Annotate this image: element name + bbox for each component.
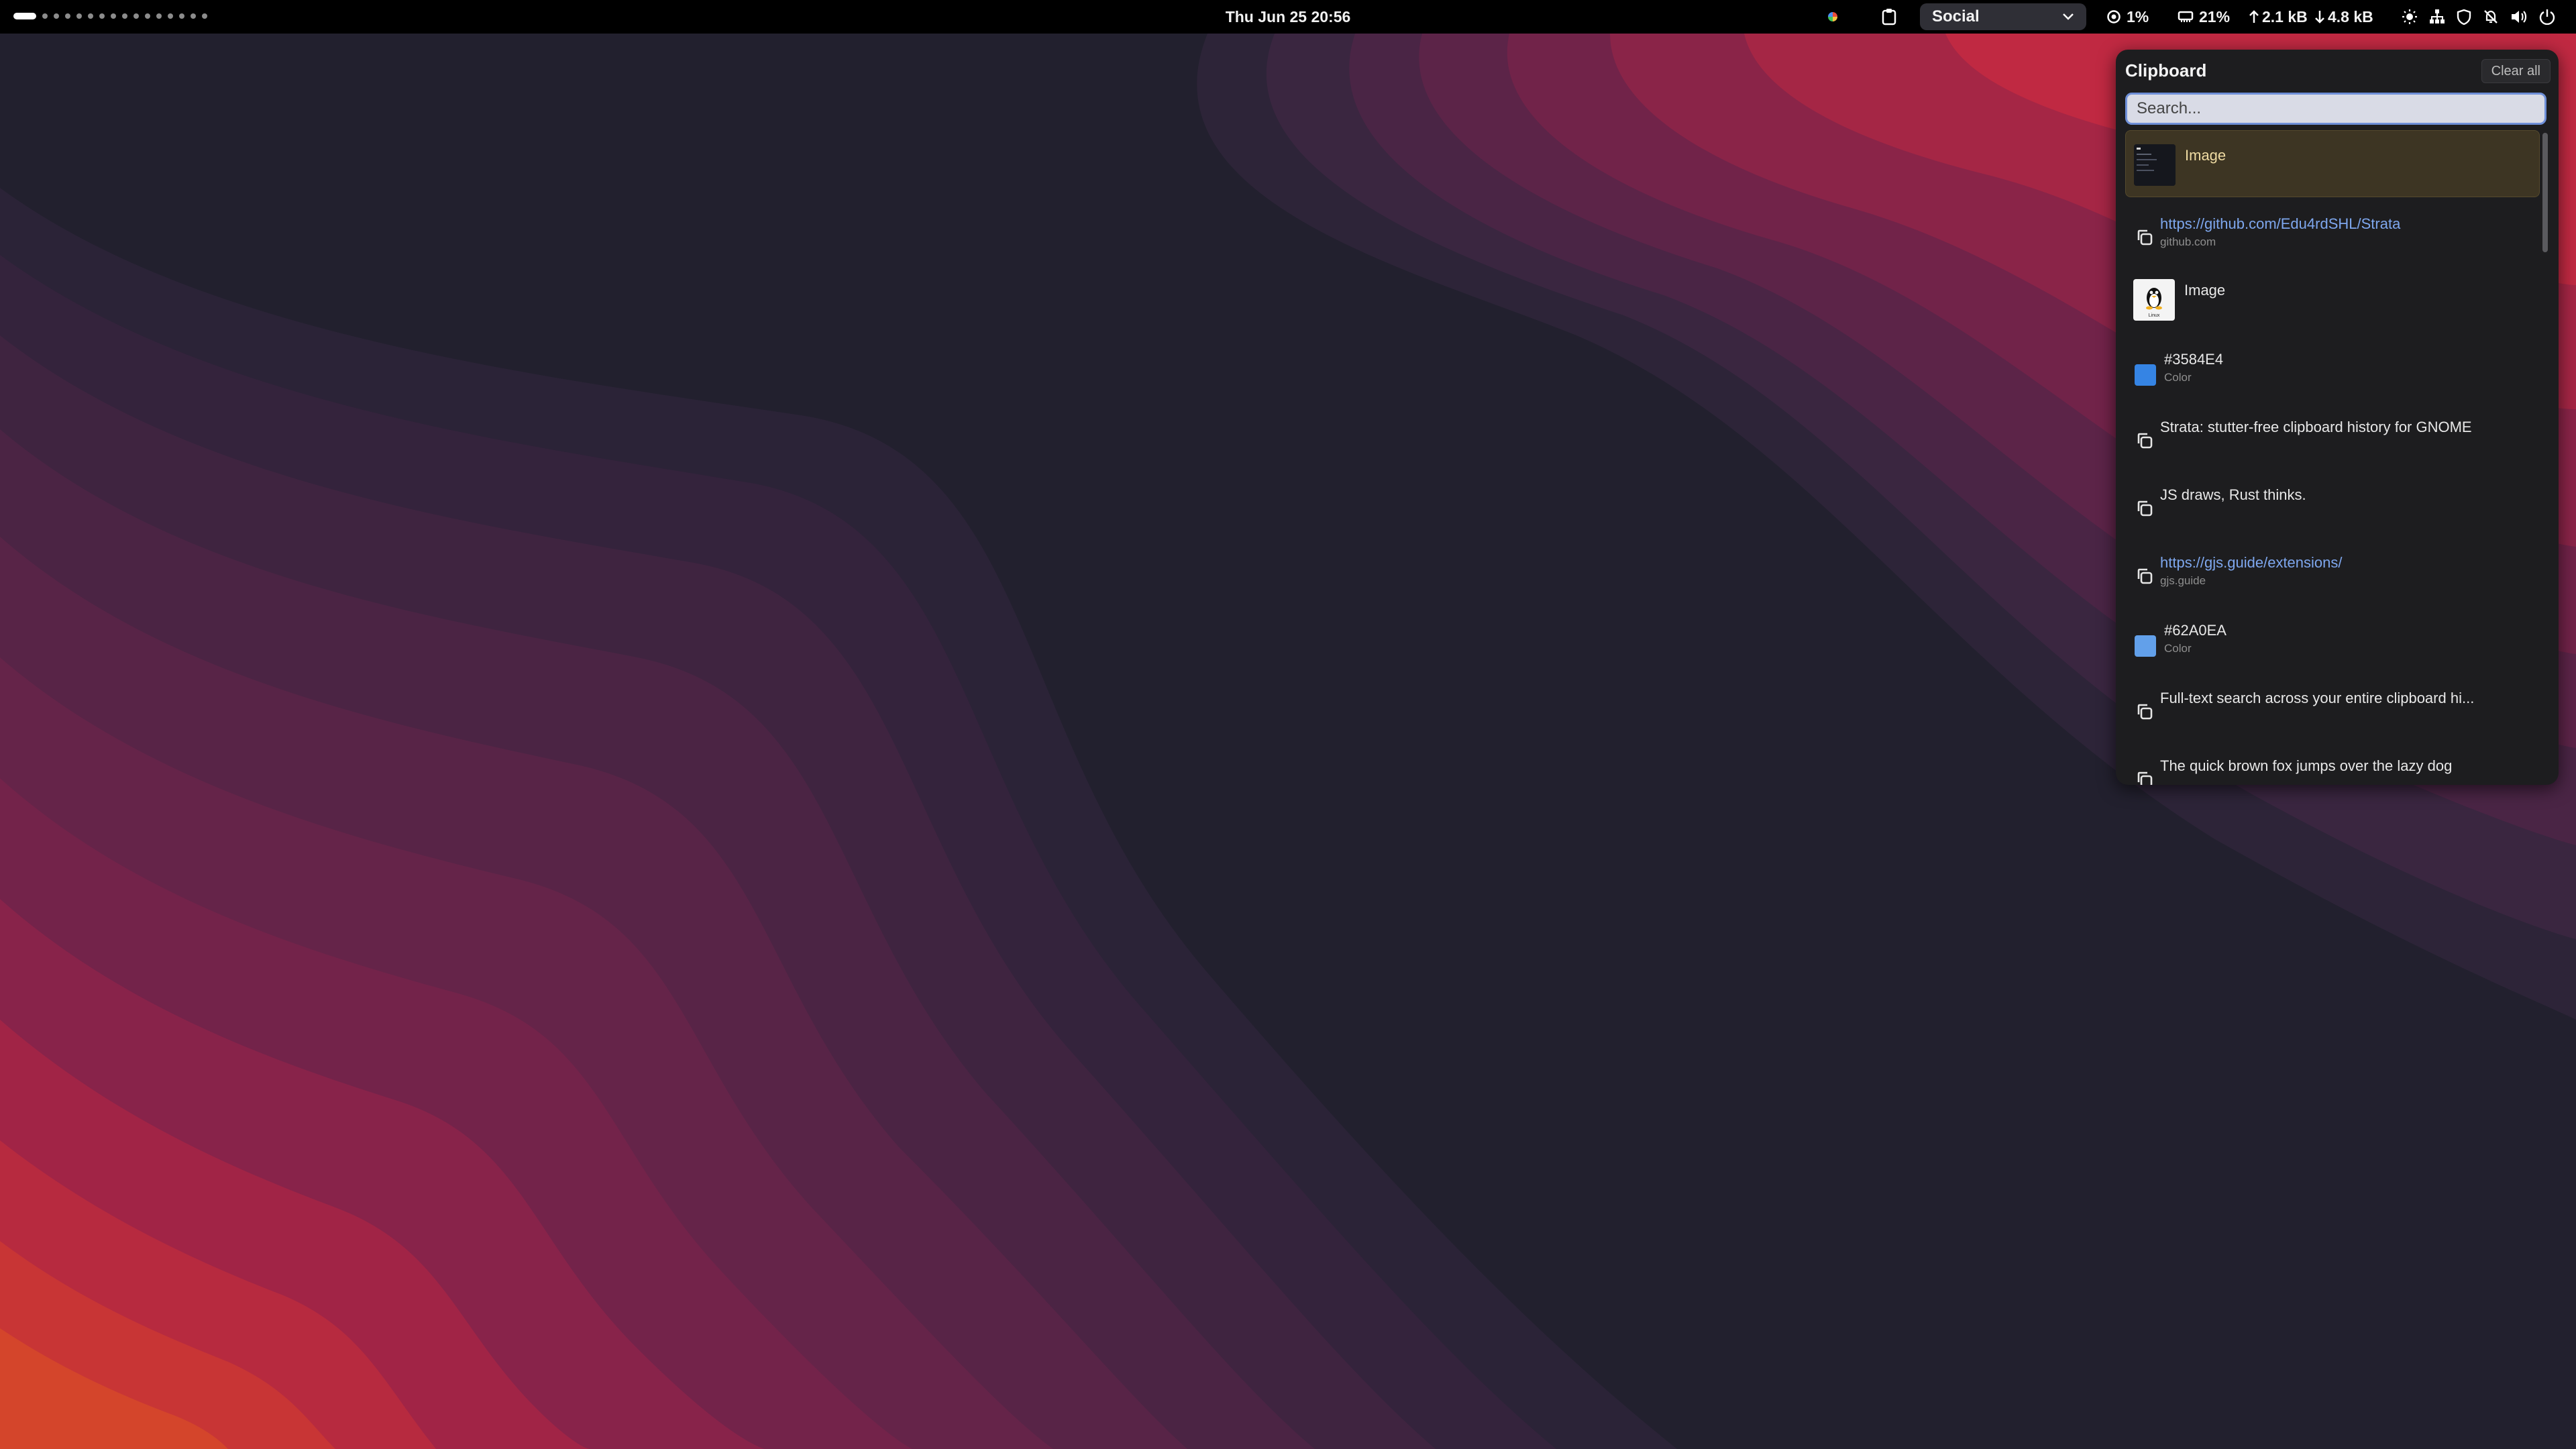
workspace-dot[interactable] xyxy=(145,13,150,19)
clipboard-item-text: Image xyxy=(2185,147,2226,164)
clipboard-item-text: Full-text search across your entire clip… xyxy=(2160,690,2475,706)
clipboard-panel: Clipboard Clear all Image https://github.… xyxy=(2116,50,2559,785)
workspace-dot[interactable] xyxy=(156,13,162,19)
system-menu[interactable] xyxy=(2402,0,2555,34)
clipboard-item-subtitle: Color xyxy=(2164,371,2192,384)
memory-usage[interactable]: 21% xyxy=(2178,0,2230,34)
arrow-down-icon xyxy=(2315,11,2324,23)
upload-speed[interactable]: 2.1 kB xyxy=(2249,0,2308,34)
workspace-dot[interactable] xyxy=(122,13,127,19)
svg-text:Linux: Linux xyxy=(2149,313,2160,318)
workspace-dot[interactable] xyxy=(88,13,93,19)
clipboard-item-text: https://gjs.guide/extensions/ xyxy=(2160,554,2343,571)
workspace-dot[interactable] xyxy=(13,13,36,19)
cpu-usage[interactable]: 1% xyxy=(2106,0,2149,34)
workspace-dot[interactable] xyxy=(76,13,82,19)
workspace-dot[interactable] xyxy=(202,13,207,19)
clipboard-list: Image https://github.com/Edu4rdSHL/Strata… xyxy=(2125,130,2540,785)
scrollbar[interactable] xyxy=(2542,133,2548,252)
profile-select-value: Social xyxy=(1932,7,1980,25)
clipboard-item[interactable]: https://github.com/Edu4rdSHL/Strata githu… xyxy=(2125,198,2540,265)
workspace-dot[interactable] xyxy=(65,13,70,19)
night-light-icon xyxy=(2402,9,2417,24)
clipboard-item-subtitle: gjs.guide xyxy=(2160,574,2206,587)
memory-icon xyxy=(2178,11,2194,22)
clipboard-item[interactable]: Full-text search across your entire clip… xyxy=(2125,672,2540,739)
clipboard-item[interactable]: Image xyxy=(2125,130,2540,197)
clipboard-item-text: Image xyxy=(2184,282,2226,299)
volume-icon xyxy=(2512,11,2527,23)
clipboard-item-subtitle: Color xyxy=(2164,642,2192,655)
copy-icon xyxy=(2137,433,2153,449)
color-swatch xyxy=(2135,364,2156,386)
workspace-dot[interactable] xyxy=(168,13,173,19)
copy-icon xyxy=(2137,229,2153,246)
chevron-down-icon xyxy=(2063,13,2074,20)
clipboard-item-text: The quick brown fox jumps over the lazy … xyxy=(2160,757,2453,774)
workspace-dot[interactable] xyxy=(54,13,59,19)
cpu-icon xyxy=(2107,10,2121,23)
copy-icon xyxy=(2137,500,2153,517)
search-input[interactable] xyxy=(2125,93,2546,125)
copy-icon xyxy=(2137,568,2153,584)
workspace-dot[interactable] xyxy=(191,13,196,19)
clipboard-item[interactable]: The quick brown fox jumps over the lazy … xyxy=(2125,740,2540,785)
clipboard-icon xyxy=(1882,9,1896,25)
network-wired-icon xyxy=(2430,9,2445,23)
workspace-dot[interactable] xyxy=(179,13,184,19)
clipboard-item[interactable]: #62A0EA Color xyxy=(2125,604,2540,672)
color-swatch xyxy=(2135,635,2156,657)
clipboard-item[interactable]: #3584E4 Color xyxy=(2125,333,2540,400)
workspace-indicator[interactable] xyxy=(13,13,207,19)
clipboard-item[interactable]: https://gjs.guide/extensions/gjs.guide xyxy=(2125,537,2540,604)
shield-icon xyxy=(2457,9,2471,25)
power-icon xyxy=(2539,9,2555,25)
clipboard-item-text: JS draws, Rust thinks. xyxy=(2160,486,2306,503)
workspace-dot[interactable] xyxy=(42,13,48,19)
clipboard-item[interactable]: Strata: stutter-free clipboard history f… xyxy=(2125,401,2540,468)
workspace-dot[interactable] xyxy=(99,13,105,19)
workspace-dot[interactable] xyxy=(111,13,116,19)
panel-title: Clipboard xyxy=(2125,60,2207,80)
copy-icon xyxy=(2137,704,2153,720)
clipboard-item-text: #3584E4 xyxy=(2164,351,2224,368)
copy-icon xyxy=(2137,771,2153,785)
color-picker-icon[interactable] xyxy=(1828,12,1837,21)
clipboard-indicator-button[interactable] xyxy=(1876,6,1902,28)
workspace-dot[interactable] xyxy=(133,13,139,19)
clipboard-item[interactable]: JS draws, Rust thinks. xyxy=(2125,469,2540,536)
download-value: 4.8 kB xyxy=(2328,7,2373,25)
arrow-up-icon xyxy=(2249,10,2259,23)
memory-value: 21% xyxy=(2199,7,2231,25)
cpu-value: 1% xyxy=(2127,7,2149,25)
upload-value: 2.1 kB xyxy=(2262,7,2308,25)
top-bar: Thu Jun 25 20:56 Social 1% 21% 2.1 kB 4.… xyxy=(0,0,2576,34)
notifications-off-icon xyxy=(2484,10,2498,23)
clock[interactable]: Thu Jun 25 20:56 xyxy=(1226,8,1351,25)
tux-thumbnail: Linux xyxy=(2133,279,2175,321)
screenshot-thumbnail xyxy=(2134,144,2176,186)
clipboard-item-text: #62A0EA xyxy=(2164,622,2226,639)
clipboard-item[interactable]: Linux Image xyxy=(2125,266,2540,333)
profile-select[interactable]: Social xyxy=(1920,3,2086,30)
clipboard-item-subtitle: github.com xyxy=(2160,235,2216,248)
clipboard-item-text: Strata: stutter-free clipboard history f… xyxy=(2160,419,2472,435)
clear-all-button[interactable]: Clear all xyxy=(2481,59,2551,83)
download-speed[interactable]: 4.8 kB xyxy=(2314,0,2373,34)
clipboard-item-text: https://github.com/Edu4rdSHL/Strata xyxy=(2160,215,2401,232)
